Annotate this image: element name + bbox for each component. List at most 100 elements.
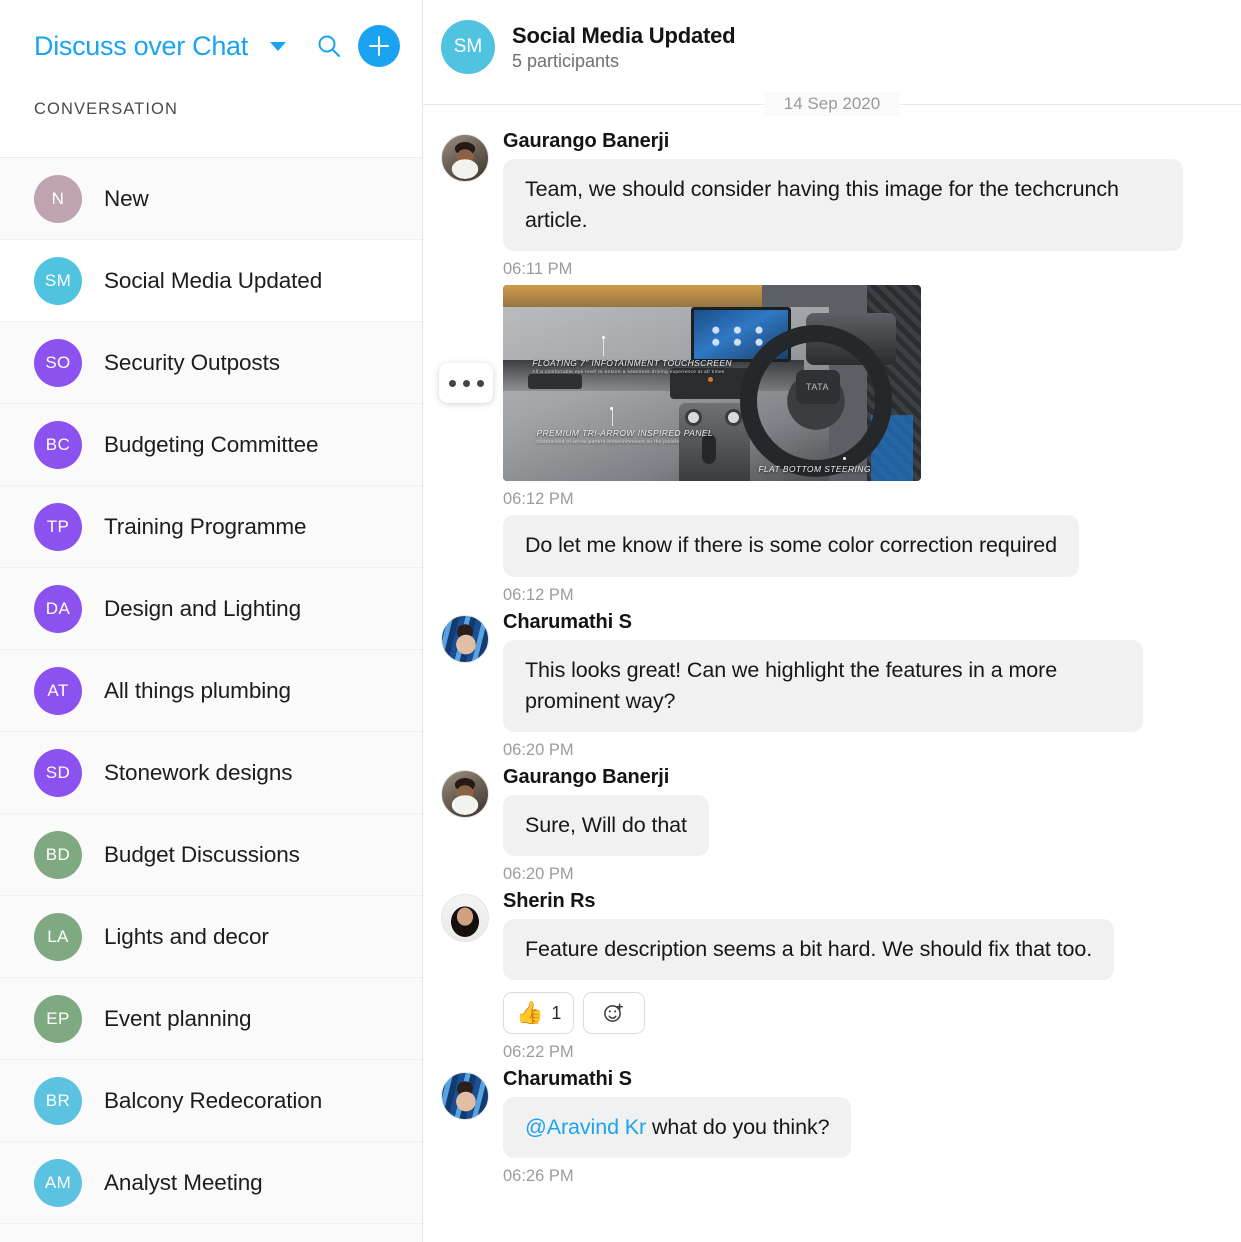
- avatar-initials: AT: [47, 680, 69, 700]
- message-author: Charumathi S: [503, 610, 632, 633]
- sidebar-item-label: Social Media Updated: [104, 267, 323, 293]
- avatar: [441, 614, 489, 663]
- date-divider: 14 Sep 2020: [423, 90, 1241, 118]
- message-list[interactable]: Gaurango Banerji Team, we should conside…: [423, 124, 1241, 1242]
- sidebar-item-label: Training Programme: [104, 513, 307, 539]
- sidebar-item-security-outposts[interactable]: SO Security Outposts: [0, 322, 422, 404]
- avatar: [441, 134, 489, 182]
- photo-caption-subtext: All a comfortable eye level to ensure a …: [532, 368, 725, 374]
- photo-caption-text: PREMIUM TRI-ARROW INSPIRED PANEL: [536, 428, 713, 439]
- sidebar-item-budget-discussions[interactable]: BD Budget Discussions: [0, 814, 422, 896]
- photo-brand-logo: TATA: [795, 369, 840, 404]
- sidebar-item-design-and-lighting[interactable]: DA Design and Lighting: [0, 568, 422, 650]
- search-icon[interactable]: [316, 33, 342, 59]
- add-reaction-icon[interactable]: [583, 992, 646, 1035]
- photo-caption-text: FLOATING 7" INFOTAINMENT TOUCHSCREEN: [532, 357, 732, 368]
- message-body: Gaurango Banerji Team, we should conside…: [503, 130, 1223, 279]
- reaction-bar: 👍 1: [503, 992, 1223, 1035]
- photo-caption-panel: PREMIUM TRI-ARROW INSPIRED PANEL Customi…: [536, 428, 713, 444]
- avatar: [441, 769, 489, 818]
- avatar-initials: BD: [45, 844, 71, 864]
- message-bubble[interactable]: @Aravind Kr what do you think?: [503, 1097, 852, 1159]
- chevron-down-icon[interactable]: [269, 41, 286, 51]
- sidebar-item-label: Budgeting Committee: [104, 431, 319, 457]
- message-bubble[interactable]: Feature description seems a bit hard. We…: [503, 919, 1115, 981]
- sidebar-item-training-programme[interactable]: TP Training Programme: [0, 486, 422, 568]
- sidebar-item-social-media-updated[interactable]: SM Social Media Updated: [0, 240, 422, 322]
- sidebar-item-balcony-redecoration[interactable]: BR Balcony Redecoration: [0, 1060, 422, 1142]
- sidebar-item-new[interactable]: N New: [0, 158, 422, 240]
- message-author: Gaurango Banerji: [503, 765, 670, 788]
- avatar-initials: N: [51, 188, 65, 208]
- message-timestamp: 06:22 PM: [503, 1043, 574, 1062]
- chat-header-meta: Social Media Updated 5 participants: [512, 23, 736, 72]
- chat-application: Discuss over Chat CONVERSATION N New SM …: [0, 0, 1241, 1242]
- message-body: Sherin Rs Feature description seems a bi…: [503, 890, 1223, 1062]
- sidebar-item-label: All things plumbing: [104, 677, 291, 703]
- sidebar-item-budgeting-committee[interactable]: BC Budgeting Committee: [0, 404, 422, 486]
- avatar: BR: [34, 1076, 82, 1125]
- message-timestamp: 06:12 PM: [503, 490, 574, 509]
- message-body: TATA FLOATING 7" INFOTAINMENT TOUCHSCREE…: [439, 285, 1223, 509]
- user-mention[interactable]: @Aravind Kr: [525, 1115, 646, 1139]
- message-body: Charumathi S @Aravind Kr what do you thi…: [503, 1068, 1223, 1186]
- photo-caption-touchscreen: FLOATING 7" INFOTAINMENT TOUCHSCREEN All…: [532, 358, 732, 374]
- message-row: Sherin Rs Feature description seems a bi…: [423, 884, 1241, 1062]
- message-row: Charumathi S @Aravind Kr what do you thi…: [423, 1062, 1241, 1186]
- sidebar-item-label: Balcony Redecoration: [104, 1087, 323, 1113]
- chat-header: SM Social Media Updated 5 participants: [423, 0, 1241, 86]
- conversation-list: N New SM Social Media Updated SO Securit…: [0, 158, 422, 1242]
- sidebar-item-label: New: [104, 185, 149, 211]
- add-conversation-button[interactable]: [358, 25, 400, 67]
- sidebar-item-label: Event planning: [104, 1005, 252, 1031]
- message-author: Charumathi S: [503, 1068, 632, 1091]
- message-author: Gaurango Banerji: [503, 130, 670, 152]
- message-author: Sherin Rs: [503, 890, 596, 913]
- sidebar-header: Discuss over Chat: [0, 0, 422, 92]
- message-row: Gaurango Banerji Sure, Will do that 06:2…: [423, 760, 1241, 884]
- car-interior-photo[interactable]: TATA FLOATING 7" INFOTAINMENT TOUCHSCREE…: [503, 285, 921, 482]
- sidebar-item-lights-and-decor[interactable]: LA Lights and decor: [0, 896, 422, 978]
- avatar: EP: [34, 994, 82, 1043]
- avatar-initials: BC: [45, 434, 71, 454]
- chat-avatar: SM: [441, 20, 495, 74]
- sidebar-item-all-things-plumbing[interactable]: AT All things plumbing: [0, 650, 422, 732]
- photo-caption-steering: FLAT BOTTOM STEERING: [758, 464, 871, 474]
- more-options-icon[interactable]: [439, 363, 493, 404]
- message-body: Charumathi S This looks great! Can we hi…: [503, 611, 1223, 760]
- avatar-initials: AM: [44, 1172, 72, 1192]
- message-row: Do let me know if there is some color co…: [423, 509, 1241, 604]
- avatar: N: [34, 174, 82, 223]
- avatar: AT: [34, 666, 82, 715]
- photo-knob-right: [724, 409, 742, 427]
- avatar: BC: [34, 420, 82, 469]
- avatar: AM: [34, 1158, 82, 1207]
- avatar-initials: BR: [45, 1090, 71, 1110]
- message-bubble[interactable]: This looks great! Can we highlight the f…: [503, 639, 1143, 732]
- avatar-initials: LA: [47, 926, 69, 946]
- sidebar-item-analyst-meeting[interactable]: AM Analyst Meeting: [0, 1142, 422, 1224]
- avatar: SM: [34, 256, 82, 305]
- image-row: TATA FLOATING 7" INFOTAINMENT TOUCHSCREE…: [439, 285, 1223, 482]
- avatar-initials: SD: [45, 762, 71, 782]
- message-timestamp: 06:26 PM: [503, 1167, 574, 1186]
- message-bubble[interactable]: Do let me know if there is some color co…: [503, 515, 1080, 577]
- message-bubble[interactable]: Sure, Will do that: [503, 794, 709, 857]
- avatar: BD: [34, 830, 82, 879]
- avatar: DA: [34, 584, 82, 633]
- message-bubble[interactable]: Team, we should consider having this ima…: [503, 159, 1183, 252]
- chat-avatar-initials: SM: [453, 36, 483, 57]
- avatar: [441, 894, 489, 943]
- photo-callout-line: [611, 408, 613, 427]
- workspace-title[interactable]: Discuss over Chat: [34, 31, 248, 62]
- sidebar-header-actions: [316, 25, 400, 67]
- sidebar-item-stonework-designs[interactable]: SD Stonework designs: [0, 732, 422, 814]
- photo-callout-line: [603, 338, 605, 356]
- photo-caption-subtext: Customised tri-arrow pattern embellishme…: [536, 439, 680, 445]
- avatar-initials: SM: [44, 270, 72, 290]
- reaction-thumbsup[interactable]: 👍 1: [503, 992, 575, 1035]
- avatar: TP: [34, 502, 82, 551]
- sidebar-section-header: CONVERSATION: [0, 92, 422, 158]
- sidebar-item-label: Stonework designs: [104, 759, 293, 785]
- sidebar-item-event-planning[interactable]: EP Event planning: [0, 978, 422, 1060]
